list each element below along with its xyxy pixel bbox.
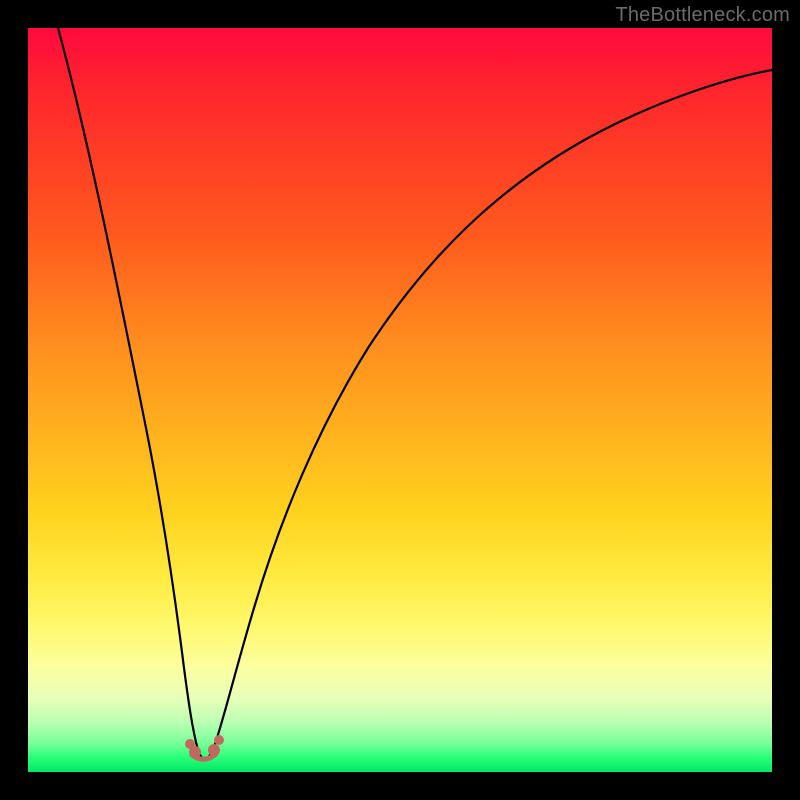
chart-frame: TheBottleneck.com bbox=[0, 0, 800, 800]
vertex-marker-right2 bbox=[214, 735, 224, 745]
curve-svg bbox=[28, 28, 772, 772]
watermark-text: TheBottleneck.com bbox=[615, 4, 790, 27]
vertex-marker-left2 bbox=[185, 739, 195, 749]
bottleneck-curve-path bbox=[58, 28, 772, 759]
plot-area bbox=[28, 28, 772, 772]
vertex-bridge bbox=[192, 754, 216, 759]
